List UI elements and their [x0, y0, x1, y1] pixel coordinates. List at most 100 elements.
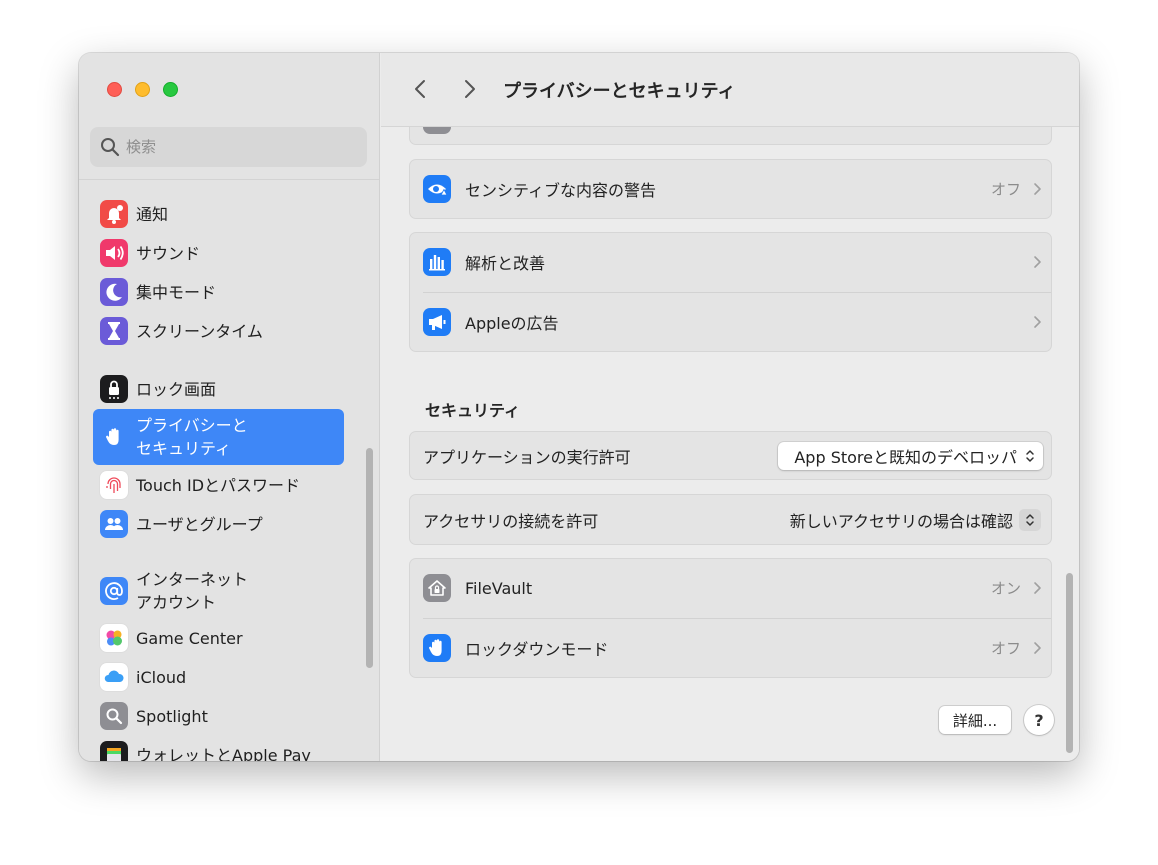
row-label: アプリケーションの実行許可 — [423, 447, 631, 467]
up-down-arrows-icon — [1026, 513, 1034, 526]
search-input[interactable] — [126, 138, 346, 156]
sidebar: 通知 サウンド 集中モード — [79, 53, 380, 761]
sidebar-item-sound[interactable]: サウンド — [93, 236, 344, 270]
megaphone-icon — [423, 308, 451, 336]
sidebar-item-label-line1: プライバシーと — [136, 416, 248, 435]
main-pane: プライバシーとセキュリティ センシティブな内容の警告 オフ 解析と改善 Appl… — [381, 53, 1079, 761]
users-icon — [100, 510, 128, 538]
fingerprint-icon — [100, 471, 128, 499]
lock-screen-icon — [100, 375, 128, 403]
sidebar-item-internet-accounts[interactable]: インターネット アカウント — [93, 565, 344, 617]
zoom-button[interactable] — [163, 82, 178, 97]
sidebar-item-notifications[interactable]: 通知 — [93, 197, 344, 231]
row-lockdown-mode[interactable]: ロックダウンモード オフ — [410, 619, 1051, 677]
popup-value: App Storeと既知のデベロッパ — [794, 447, 1017, 467]
sidebar-item-label: Game Center — [136, 628, 243, 648]
sidebar-item-label: ロック画面 — [136, 379, 217, 399]
row-accessory: アクセサリの接続を許可 新しいアクセサリの場合は確認 — [410, 495, 1051, 544]
sidebar-item-label-line2: アカウント — [136, 593, 217, 612]
accessory-card: アクセサリの接続を許可 新しいアクセサリの場合は確認 — [409, 494, 1052, 545]
magnifier-icon — [100, 702, 128, 730]
sidebar-item-label: Spotlight — [136, 706, 208, 726]
sidebar-item-privacy-security[interactable]: プライバシーと セキュリティ — [93, 409, 344, 465]
row-label: FileVault — [465, 578, 533, 598]
eye-warning-icon — [423, 175, 451, 203]
forward-button[interactable] — [457, 77, 481, 101]
at-sign-icon — [100, 577, 128, 605]
app-execution-card: アプリケーションの実行許可 App Storeと既知のデベロッパ — [409, 431, 1052, 480]
wallet-icon — [100, 741, 128, 761]
sensitive-content-card: センシティブな内容の警告 オフ — [409, 159, 1052, 219]
back-button[interactable] — [409, 77, 433, 101]
details-button[interactable]: 詳細... — [939, 706, 1011, 734]
close-button[interactable] — [107, 82, 122, 97]
speaker-icon — [100, 239, 128, 267]
sidebar-item-users-groups[interactable]: ユーザとグループ — [93, 507, 344, 541]
sidebar-item-label-line1: インターネット — [136, 570, 249, 589]
sidebar-item-touch-id[interactable]: Touch IDとパスワード — [93, 468, 344, 502]
chevron-right-icon — [1034, 256, 1041, 268]
sidebar-item-label: 集中モード — [136, 282, 217, 302]
sidebar-divider — [79, 179, 379, 180]
sidebar-item-label: サウンド — [136, 243, 201, 263]
security-section-title: セキュリティ — [425, 401, 521, 420]
chevron-right-icon — [1034, 582, 1041, 594]
accessory-popup-button[interactable] — [1019, 508, 1041, 531]
row-analytics[interactable]: 解析と改善 — [410, 233, 1051, 291]
sidebar-item-label: iCloud — [136, 667, 187, 687]
row-value: オフ — [990, 639, 1021, 658]
chevron-right-icon — [1034, 642, 1041, 654]
row-label: Appleの広告 — [465, 314, 559, 333]
hand-icon — [423, 634, 451, 662]
chevron-right-icon — [1034, 316, 1041, 328]
sidebar-scrollbar[interactable] — [366, 448, 373, 668]
sidebar-item-icloud[interactable]: iCloud — [93, 660, 344, 694]
help-button[interactable]: ? — [1024, 705, 1054, 735]
row-sensitive-content[interactable]: センシティブな内容の警告 オフ — [410, 160, 1051, 218]
sidebar-item-label: プライバシーと セキュリティ — [136, 414, 248, 460]
minimize-button[interactable] — [135, 82, 150, 97]
house-lock-icon — [423, 574, 451, 602]
row-value: オフ — [990, 180, 1021, 199]
hourglass-icon — [100, 317, 128, 345]
row-label: センシティブな内容の警告 — [465, 181, 657, 200]
game-center-icon — [100, 624, 128, 652]
analytics-ads-card: 解析と改善 Appleの広告 — [409, 232, 1052, 352]
sidebar-item-focus[interactable]: 集中モード — [93, 275, 344, 309]
moon-icon — [100, 278, 128, 306]
sidebar-item-screen-time[interactable]: スクリーンタイム — [93, 314, 344, 348]
bell-icon — [100, 200, 128, 228]
row-label: アクセサリの接続を許可 — [423, 511, 599, 531]
up-down-arrows-icon — [1026, 449, 1034, 462]
sidebar-item-label-line2: セキュリティ — [136, 439, 232, 458]
accessory-value[interactable]: 新しいアクセサリの場合は確認 — [790, 508, 1013, 532]
row-filevault[interactable]: FileVault オン — [410, 559, 1051, 617]
sidebar-item-game-center[interactable]: Game Center — [93, 621, 344, 655]
sidebar-item-lock-screen[interactable]: ロック画面 — [93, 372, 344, 406]
app-execution-popup[interactable]: App Storeと既知のデベロッパ — [778, 441, 1043, 470]
row-app-execution: アプリケーションの実行許可 App Storeと既知のデベロッパ — [410, 432, 1051, 479]
chevron-right-icon — [1034, 183, 1041, 195]
page-title: プライバシーとセキュリティ — [503, 81, 736, 102]
cloud-icon — [100, 663, 128, 691]
toolbar: プライバシーとセキュリティ — [381, 53, 1079, 127]
sidebar-item-label: 通知 — [136, 204, 169, 224]
chart-bars-icon — [423, 248, 451, 276]
row-label: 解析と改善 — [465, 254, 546, 273]
sidebar-item-wallet[interactable]: ウォレットとApple Pay — [93, 738, 344, 761]
row-label: ロックダウンモード — [465, 640, 609, 659]
filevault-lockdown-card: FileVault オン ロックダウンモード オフ — [409, 558, 1052, 678]
search-icon — [101, 138, 120, 157]
sidebar-item-label: スクリーンタイム — [136, 321, 263, 341]
main-scrollbar[interactable] — [1066, 573, 1073, 753]
sidebar-item-label: ユーザとグループ — [136, 514, 263, 534]
settings-window: 通知 サウンド 集中モード — [79, 53, 1079, 761]
search-field[interactable] — [90, 127, 367, 167]
sidebar-item-label: インターネット アカウント — [136, 568, 248, 614]
sidebar-item-spotlight[interactable]: Spotlight — [93, 699, 344, 733]
row-value: オン — [990, 579, 1021, 598]
row-apple-ads[interactable]: Appleの広告 — [410, 293, 1051, 351]
sidebar-item-label: Touch IDとパスワード — [136, 475, 301, 495]
sidebar-item-label: ウォレットとApple Pay — [136, 745, 311, 762]
hand-icon — [100, 423, 128, 451]
